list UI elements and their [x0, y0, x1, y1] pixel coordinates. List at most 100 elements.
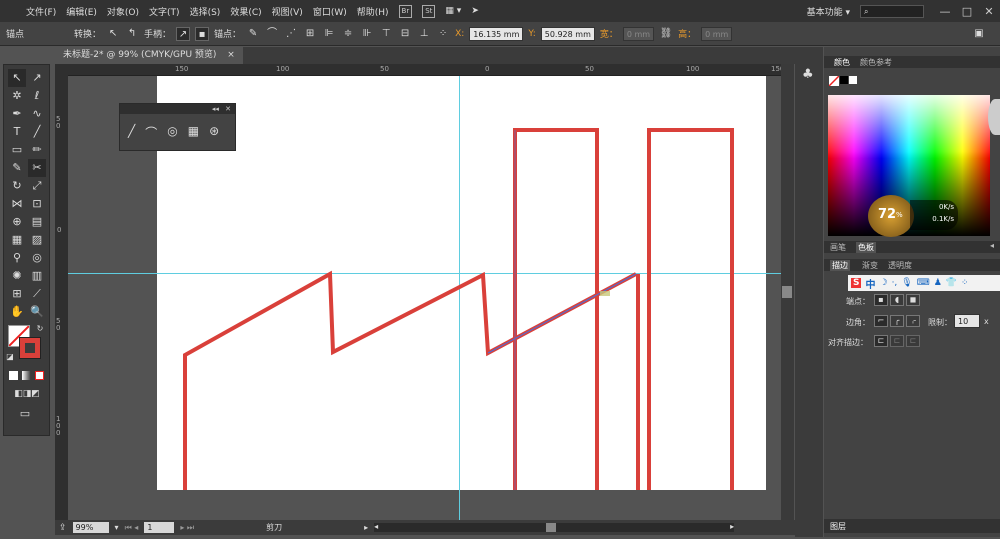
align-center-stroke-icon[interactable]: ⊏ — [874, 335, 888, 347]
ime-grid-icon[interactable]: ⁘ — [961, 278, 969, 288]
align-middle-icon[interactable]: ⊟ — [398, 27, 412, 41]
default-colors-icon[interactable]: ◪ — [4, 351, 16, 363]
symbols-panel-icon[interactable]: ♣ — [802, 67, 814, 82]
align-right-icon[interactable]: ⊪ — [360, 27, 374, 41]
miter-limit-field[interactable]: 10 — [954, 314, 980, 328]
black-swatch[interactable] — [840, 76, 848, 84]
align-left-icon[interactable]: ⊫ — [322, 27, 336, 41]
width-field[interactable]: 0 mm — [622, 26, 655, 41]
ime-mic-icon[interactable]: 🎙 — [901, 278, 912, 288]
swap-fill-stroke-icon[interactable]: ↻ — [34, 323, 46, 335]
polar-grid-icon[interactable]: ⊛ — [209, 124, 219, 141]
scissors-tool-icon[interactable]: ✂ — [28, 159, 46, 177]
none-mode-icon[interactable] — [35, 371, 44, 380]
y-field[interactable]: 50.928 mm — [540, 26, 595, 41]
document-tab[interactable]: 未标题-2* @ 99% (CMYK/GPU 预览) × — [55, 47, 243, 64]
vertical-scroll-thumb[interactable] — [782, 286, 792, 298]
lasso-tool-icon[interactable]: ℓ — [28, 87, 46, 105]
menu-view[interactable]: 视图(V) — [272, 5, 303, 18]
drawing-modes-icon[interactable]: ◧◨◩ — [8, 385, 46, 403]
close-panel-icon[interactable]: ✕ — [225, 105, 231, 113]
tab-swatches[interactable]: 色板 — [856, 242, 876, 253]
minimize-button[interactable]: — — [934, 5, 956, 18]
search-box[interactable]: ⌕ — [860, 4, 924, 18]
color-mode-icon[interactable] — [9, 371, 18, 380]
column-graph-tool-icon[interactable]: ▥ — [28, 267, 46, 285]
scroll-right-icon[interactable]: ▸ — [730, 522, 734, 531]
white-swatch[interactable] — [849, 76, 857, 84]
rectangle-tool-icon[interactable]: ▭ — [8, 141, 26, 159]
direct-selection-tool-icon[interactable]: ↗ — [28, 69, 46, 87]
ime-skin-icon[interactable]: 👕 — [946, 278, 957, 288]
menu-window[interactable]: 窗口(W) — [313, 5, 347, 18]
remove-anchor-icon[interactable]: ✎ — [246, 27, 260, 41]
align-bottom-icon[interactable]: ⊥ — [417, 27, 431, 41]
ime-keyboard-icon[interactable]: ⌨ — [917, 278, 930, 288]
maximize-button[interactable]: □ — [956, 5, 978, 18]
panel-collapse-icon[interactable]: ◂ — [990, 241, 994, 250]
stock-button[interactable]: St — [422, 4, 436, 18]
zigzag-path[interactable] — [183, 270, 637, 490]
horizontal-scroll-thumb[interactable] — [546, 523, 557, 532]
vertical-scrollbar[interactable] — [781, 64, 794, 520]
float-panel-header[interactable]: ◂◂ ✕ — [120, 104, 235, 114]
symbol-sprayer-tool-icon[interactable]: ✺ — [8, 267, 26, 285]
tab-transparency[interactable]: 透明度 — [888, 260, 912, 271]
butt-cap-icon[interactable]: ▪ — [874, 294, 888, 306]
scale-tool-icon[interactable]: ⤢ — [28, 177, 46, 195]
tab-stroke[interactable]: 描边 — [830, 260, 850, 271]
stroke-swatch[interactable] — [19, 337, 41, 359]
pen-tool-icon[interactable]: ✒ — [8, 105, 26, 123]
menu-type[interactable]: 文字(T) — [149, 5, 180, 18]
gradient-tool-icon[interactable]: ▨ — [28, 231, 46, 249]
close-window-button[interactable]: ✕ — [978, 5, 1000, 18]
tab-color[interactable]: 颜色 — [834, 57, 850, 68]
send-icon[interactable]: ➤ — [471, 6, 479, 16]
selection-tool-icon[interactable]: ↖ — [8, 69, 26, 87]
gradient-mode-icon[interactable] — [22, 371, 31, 380]
zoom-field[interactable]: 99% — [72, 522, 109, 533]
align-top-icon[interactable]: ⊤ — [379, 27, 393, 41]
perspective-grid-tool-icon[interactable]: ▤ — [28, 213, 46, 231]
link-proportions-icon[interactable]: ⛓ — [659, 27, 673, 41]
rectangle-path-1[interactable] — [513, 128, 599, 490]
ime-moon-icon[interactable]: ☽ — [879, 278, 887, 288]
ime-toolbar[interactable]: S 中 ☽ ·, 🎙 ⌨ ♟ 👕 ⁘ — [848, 275, 1000, 291]
status-menu-icon[interactable]: ▸ — [364, 523, 368, 532]
menu-object[interactable]: 对象(O) — [107, 5, 139, 18]
artboard-number-field[interactable]: 1 — [144, 522, 175, 533]
ime-punct-icon[interactable]: ·, — [892, 278, 898, 288]
speed-widget-avatar[interactable]: 72 % — [868, 195, 914, 237]
line-tool-icon[interactable]: ╱ — [28, 123, 46, 141]
convert-corner-icon[interactable]: ↖ — [106, 27, 120, 41]
menu-select[interactable]: 选择(S) — [190, 5, 221, 18]
menu-help[interactable]: 帮助(H) — [357, 5, 389, 18]
slice-tool-icon[interactable]: ⟋ — [28, 285, 46, 303]
miter-join-icon[interactable]: ⌐ — [874, 315, 888, 327]
ime-chinese-mode[interactable]: 中 — [865, 276, 875, 291]
zoom-dropdown-icon[interactable]: ▾ — [115, 523, 119, 532]
mesh-tool-icon[interactable]: ▦ — [8, 231, 26, 249]
rotate-tool-icon[interactable]: ↻ — [8, 177, 26, 195]
tab-brushes[interactable]: 画笔 — [830, 242, 846, 253]
hand-tool-icon[interactable]: ✋ — [8, 303, 26, 321]
connect-anchor-icon[interactable]: ⌒ — [265, 27, 279, 41]
bevel-join-icon[interactable]: ⌌ — [906, 315, 920, 327]
blend-tool-icon[interactable]: ◎ — [28, 249, 46, 267]
vertical-ruler[interactable]: 5 0 0 5 0 1 0 0 — [55, 64, 68, 520]
align-inside-stroke-icon[interactable]: ⊏ — [890, 335, 904, 347]
menu-edit[interactable]: 编辑(E) — [66, 5, 97, 18]
screen-mode-icon[interactable]: ▭ — [16, 405, 34, 423]
arc-icon[interactable]: ⌒ — [145, 124, 157, 141]
horizontal-scrollbar[interactable]: ◂ ▸ — [374, 522, 735, 532]
tab-layers[interactable]: 图层 — [830, 521, 846, 532]
panel-menu-icon[interactable]: ▣ — [972, 27, 986, 41]
rectangular-grid-icon[interactable]: ▦ — [188, 124, 199, 141]
share-icon[interactable]: ⇪ — [59, 523, 67, 533]
spiral-icon[interactable]: ◎ — [167, 124, 177, 141]
cut-path-icon[interactable]: ⋰ — [284, 27, 298, 41]
projecting-cap-icon[interactable]: ◼ — [906, 294, 920, 306]
arrange-documents-icon[interactable]: ▦ ▾ — [445, 6, 461, 16]
scroll-left-icon[interactable]: ◂ — [374, 522, 378, 531]
isolate-icon[interactable]: ⊞ — [303, 27, 317, 41]
